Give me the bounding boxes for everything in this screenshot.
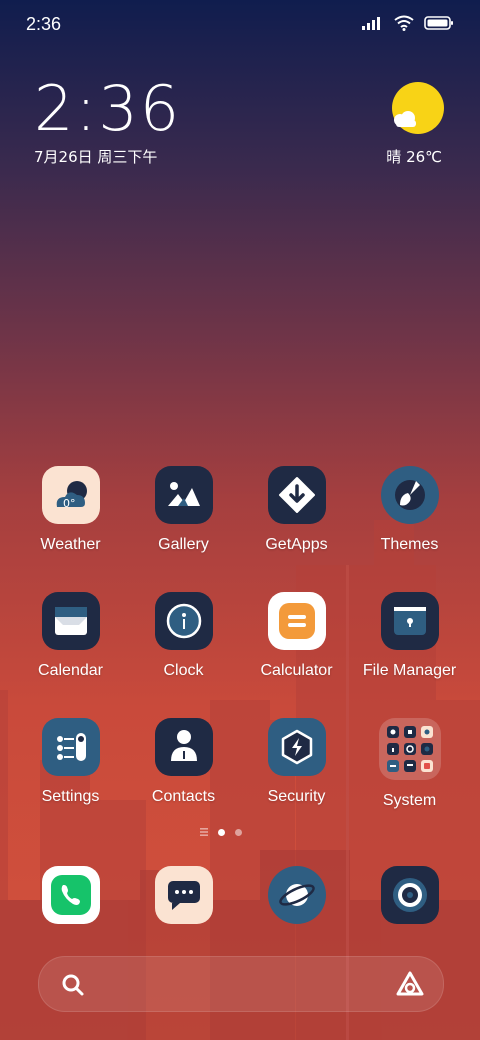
weather-condition: 晴 bbox=[386, 148, 402, 166]
app-security[interactable]: Security bbox=[240, 718, 353, 806]
weather-temperature: 26℃ bbox=[406, 148, 442, 166]
app-label: Gallery bbox=[158, 536, 209, 553]
app-contacts[interactable]: Contacts bbox=[127, 718, 240, 806]
calculator-icon bbox=[267, 592, 326, 650]
app-label: File Manager bbox=[362, 662, 457, 679]
app-label: Clock bbox=[163, 662, 204, 679]
app-settings[interactable]: Settings bbox=[14, 718, 127, 806]
assistant-icon[interactable] bbox=[395, 970, 425, 998]
clock-icon bbox=[154, 592, 213, 650]
clock-widget-time[interactable]: 2:36 bbox=[34, 74, 181, 144]
camera-icon[interactable] bbox=[381, 866, 439, 924]
status-icons bbox=[362, 15, 454, 31]
search-icon[interactable] bbox=[61, 973, 85, 997]
app-clock[interactable]: Clock bbox=[127, 592, 240, 680]
status-bar: 2:36 bbox=[0, 0, 480, 50]
messages-icon[interactable] bbox=[155, 866, 213, 924]
weather-icon: 0° bbox=[41, 466, 100, 524]
clock-widget-date: 7月26日 周三下午 bbox=[34, 148, 158, 166]
calendar-icon bbox=[41, 592, 100, 650]
signal-icon bbox=[362, 17, 380, 30]
sunny-cloud-icon[interactable] bbox=[388, 82, 448, 138]
wifi-icon bbox=[394, 15, 414, 31]
app-label: System bbox=[382, 792, 437, 809]
app-label: Settings bbox=[41, 788, 100, 805]
app-label: GetApps bbox=[265, 536, 328, 553]
app-calculator[interactable]: Calculator bbox=[240, 592, 353, 680]
folder-system[interactable]: System bbox=[353, 718, 466, 810]
app-label: Themes bbox=[380, 536, 439, 553]
settings-icon bbox=[41, 718, 100, 776]
page-indicator[interactable] bbox=[200, 828, 242, 836]
svg-text:0°: 0° bbox=[63, 497, 76, 510]
file-manager-icon bbox=[380, 592, 439, 650]
menu-lines-icon bbox=[200, 828, 208, 836]
security-icon bbox=[267, 718, 326, 776]
app-label: Contacts bbox=[151, 788, 216, 805]
app-label: Calculator bbox=[260, 662, 333, 679]
contacts-icon bbox=[154, 718, 213, 776]
page-dot-active bbox=[218, 828, 225, 836]
phone-icon[interactable] bbox=[42, 866, 100, 924]
app-label: Security bbox=[267, 788, 326, 805]
browser-icon[interactable] bbox=[268, 866, 326, 924]
app-file-manager[interactable]: File Manager bbox=[353, 592, 466, 680]
app-themes[interactable]: Themes bbox=[353, 466, 466, 554]
getapps-icon bbox=[267, 466, 326, 524]
gallery-icon bbox=[154, 466, 213, 524]
app-calendar[interactable]: Calendar bbox=[14, 592, 127, 680]
app-gallery[interactable]: Gallery bbox=[127, 466, 240, 554]
search-bar[interactable] bbox=[38, 956, 444, 1012]
themes-icon bbox=[380, 466, 439, 524]
page-dot bbox=[235, 828, 242, 836]
battery-icon bbox=[424, 16, 453, 30]
app-label: Weather bbox=[40, 536, 101, 553]
app-weather[interactable]: 0° Weather bbox=[14, 466, 127, 554]
app-getapps[interactable]: GetApps bbox=[240, 466, 353, 554]
app-label: Calendar bbox=[38, 662, 103, 679]
status-time: 2:36 bbox=[26, 14, 62, 34]
weather-widget-text: 晴 26℃ bbox=[386, 146, 442, 167]
system-folder-icon bbox=[378, 718, 441, 780]
